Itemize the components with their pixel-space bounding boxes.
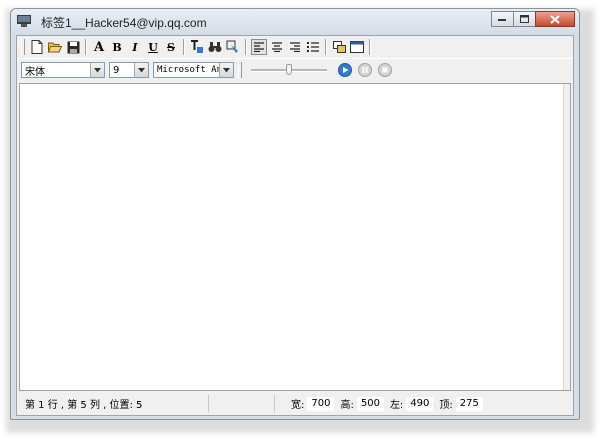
toolbar-grip[interactable] xyxy=(238,62,242,78)
align-center-icon xyxy=(272,42,282,52)
top-label: 顶: xyxy=(439,400,453,411)
align-left-button[interactable] xyxy=(251,39,267,55)
align-center-button[interactable] xyxy=(269,39,285,55)
window-button[interactable] xyxy=(349,39,365,55)
find-button[interactable] xyxy=(207,39,223,55)
text-editor[interactable] xyxy=(19,83,571,391)
toolbar-grip[interactable] xyxy=(21,39,25,55)
cursor-position: 第 1 行 , 第 5 列 , 位置: 5 xyxy=(19,395,209,412)
chevron-down-icon[interactable] xyxy=(90,63,104,77)
underline-icon: U xyxy=(148,40,158,54)
italic-icon: I xyxy=(132,40,138,54)
left-value: 490 xyxy=(406,396,434,411)
align-right-icon xyxy=(290,42,300,52)
minimize-button[interactable] xyxy=(491,11,514,27)
replace-icon xyxy=(226,40,238,53)
format-toolbar: 宋体 9 Microsoft Ann xyxy=(17,59,573,81)
width-metric: 宽: 700 xyxy=(291,396,335,411)
font-button[interactable]: A xyxy=(91,39,107,55)
height-value: 500 xyxy=(356,396,384,411)
top-metric: 顶: 275 xyxy=(439,396,483,411)
font-name-select[interactable]: 宋体 xyxy=(21,62,105,78)
title-bar[interactable]: 标签1__Hacker54@vip.qq.com xyxy=(11,9,579,35)
width-label: 宽: xyxy=(291,400,305,411)
replace-button[interactable] xyxy=(225,39,241,55)
find-icon xyxy=(208,42,222,52)
text-color-icon xyxy=(191,40,203,53)
maximize-icon xyxy=(520,15,529,23)
font-size-value: 9 xyxy=(113,64,120,76)
font-icon: A xyxy=(93,39,105,55)
top-value: 275 xyxy=(455,396,483,411)
align-left-icon xyxy=(254,42,264,52)
vertical-scrollbar[interactable] xyxy=(563,84,570,390)
maximize-button[interactable] xyxy=(513,11,536,27)
bold-button[interactable]: B xyxy=(109,39,125,55)
open-button[interactable] xyxy=(47,39,63,55)
main-toolbar: A B I U S xyxy=(17,36,573,59)
height-metric: 高: 500 xyxy=(340,396,384,411)
window-icon xyxy=(350,41,364,53)
status-bar: 第 1 行 , 第 5 列 , 位置: 5 宽: 700 高: 500 左: 490 … xyxy=(19,393,571,414)
underline-button[interactable]: U xyxy=(145,39,161,55)
zoom-slider[interactable] xyxy=(251,62,327,78)
italic-button[interactable]: I xyxy=(127,39,143,55)
app-icon xyxy=(17,15,31,27)
save-icon xyxy=(67,41,79,53)
minimize-icon xyxy=(498,19,506,21)
chevron-down-icon[interactable] xyxy=(219,63,233,77)
window-metrics: 宽: 700 高: 500 左: 490 顶: 275 xyxy=(285,395,483,412)
text-color-button[interactable] xyxy=(189,39,205,55)
copy-window-icon xyxy=(332,41,346,53)
left-metric: 左: 490 xyxy=(389,396,434,411)
font-name-value: 宋体 xyxy=(25,66,45,78)
font-face-select[interactable]: Microsoft Ann xyxy=(153,62,234,78)
close-button[interactable] xyxy=(535,11,575,27)
pause-icon[interactable] xyxy=(358,63,372,77)
save-button[interactable] xyxy=(65,39,81,55)
client-area: A B I U S 宋体 9 Microsoft A 第 1 行 , 第 5 列… xyxy=(16,35,574,416)
height-label: 高: xyxy=(340,400,354,411)
status-pane-empty xyxy=(209,395,275,412)
bold-icon: B xyxy=(112,40,122,54)
new-file-button[interactable] xyxy=(29,39,45,55)
app-window: 标签1__Hacker54@vip.qq.com A B I U S 宋体 9 … xyxy=(10,8,580,420)
width-value: 700 xyxy=(307,396,335,411)
chevron-down-icon[interactable] xyxy=(134,63,148,77)
open-folder-icon xyxy=(48,42,62,53)
align-right-button[interactable] xyxy=(287,39,303,55)
font-face-value: Microsoft Ann xyxy=(157,65,219,75)
stop-icon[interactable] xyxy=(378,63,392,77)
play-icon[interactable] xyxy=(338,63,352,77)
strikethrough-button[interactable]: S xyxy=(163,39,179,55)
window-title: 标签1__Hacker54@vip.qq.com xyxy=(41,16,207,30)
close-icon xyxy=(550,14,560,24)
font-size-select[interactable]: 9 xyxy=(109,62,149,78)
bullet-list-button[interactable] xyxy=(305,39,321,55)
strikethrough-icon: S xyxy=(167,40,175,54)
left-label: 左: xyxy=(389,400,404,411)
copy-window-button[interactable] xyxy=(331,39,347,55)
bullet-list-icon xyxy=(307,42,319,52)
slider-thumb[interactable] xyxy=(286,64,292,75)
new-file-icon xyxy=(31,40,43,54)
